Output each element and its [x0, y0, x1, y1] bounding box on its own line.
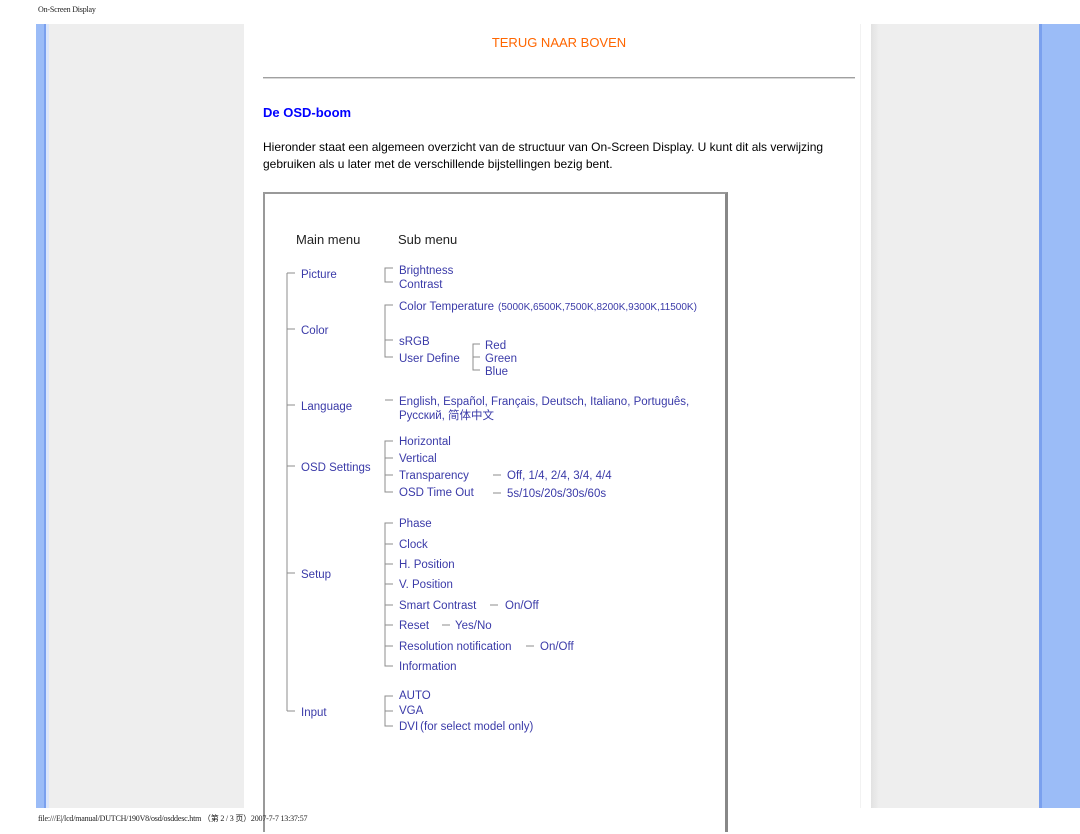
menu-setup: Setup [301, 569, 331, 581]
osd-settings-bracket [384, 440, 393, 493]
sub-auto: AUTO [399, 690, 431, 702]
sub-horizontal: Horizontal [399, 436, 451, 448]
language-options-line2: Русский, 简体中文 [399, 408, 495, 422]
right-panel [871, 24, 1039, 808]
osd-tree-diagram: Main menu Sub menu Picture Color Languag… [263, 192, 728, 832]
section-heading: De OSD-boom [263, 105, 352, 120]
sub-dvi: DVI (for select model only) [399, 721, 533, 733]
content-edge [860, 24, 861, 808]
divider [263, 77, 855, 79]
left-panel [49, 24, 244, 808]
smart-contrast-options: On/Off [505, 600, 539, 612]
menu-color: Color [301, 325, 329, 337]
right-sidebar-bar [1039, 24, 1080, 808]
menu-picture: Picture [301, 269, 337, 281]
reset-options: Yes/No [455, 620, 492, 632]
sub-menu-header: Sub menu [398, 232, 457, 247]
language-options-line1: English, Español, Français, Deutsch, Ita… [399, 396, 689, 408]
dvi-note: (for select model only) [420, 721, 533, 733]
sub-color-temperature: Color Temperature (5000K,6500K,7500K,8200… [399, 301, 697, 313]
sub-blue: Blue [485, 366, 508, 378]
sub-h-position: H. Position [399, 559, 455, 571]
sub-red: Red [485, 340, 506, 352]
sub-vertical: Vertical [399, 453, 437, 465]
sub-contrast: Contrast [399, 279, 443, 291]
page-header-title: On-Screen Display [38, 5, 96, 14]
sub-transparency: Transparency [399, 470, 469, 482]
menu-language: Language [301, 401, 352, 413]
intro-paragraph: Hieronder staat een algemeen overzicht v… [263, 140, 824, 171]
sub-reset: Reset [399, 620, 430, 632]
menu-osd-settings: OSD Settings [301, 462, 371, 474]
osd-tree-svg: Main menu Sub menu Picture Color Languag… [286, 232, 697, 733]
transparency-options: Off, 1/4, 2/4, 3/4, 4/4 [507, 470, 612, 482]
sub-phase: Phase [399, 518, 432, 530]
left-sidebar-bar [36, 24, 46, 808]
menu-input: Input [301, 707, 327, 719]
sub-brightness: Brightness [399, 265, 454, 277]
sub-user-define: User Define [399, 353, 460, 365]
timeout-options: 5s/10s/20s/30s/60s [507, 488, 606, 500]
sub-osd-time-out: OSD Time Out [399, 487, 475, 499]
sub-resolution-notification: Resolution notification [399, 641, 512, 653]
sub-green: Green [485, 353, 517, 365]
picture-bracket [384, 267, 393, 283]
color-bracket [384, 304, 393, 358]
sub-srgb: sRGB [399, 336, 430, 348]
dvi-label: DVI [399, 721, 418, 733]
sub-clock: Clock [399, 539, 428, 551]
sub-information: Information [399, 661, 457, 673]
sub-v-position: V. Position [399, 579, 453, 591]
page-footer: file:///E|/lcd/manual/DUTCH/190V8/osd/os… [38, 814, 308, 823]
main-menu-header: Main menu [296, 232, 360, 247]
sub-smart-contrast: Smart Contrast [399, 600, 477, 612]
resolution-options: On/Off [540, 641, 574, 653]
sub-vga: VGA [399, 705, 424, 717]
back-to-top-link[interactable]: TERUG NAAR BOVEN [263, 35, 855, 50]
color-temperature-options: (5000K,6500K,7500K,8200K,9300K,11500K) [498, 302, 697, 313]
color-temperature-label: Color Temperature [399, 301, 494, 313]
